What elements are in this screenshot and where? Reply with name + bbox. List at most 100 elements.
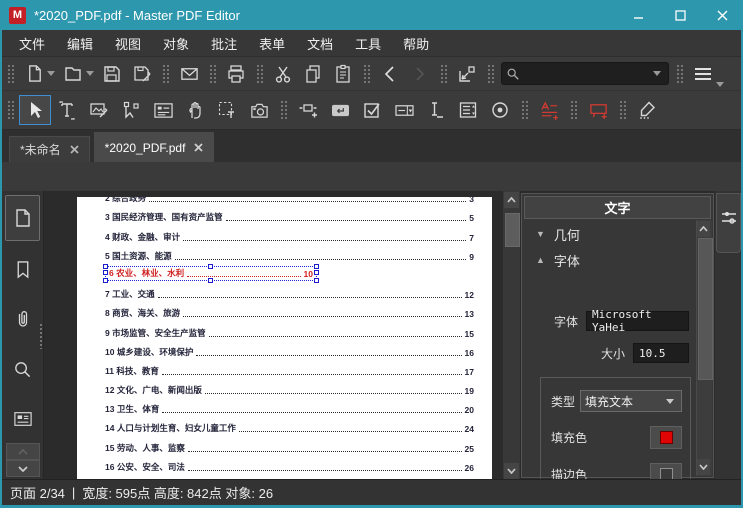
- pdf-page[interactable]: 2 综合政务 3 3 国民经济管理、国有资产监管 5 4 财政、金融、审计 7 5 国土资源…: [77, 197, 492, 480]
- push-button-tool[interactable]: [324, 95, 356, 125]
- save-as-button[interactable]: [127, 61, 157, 87]
- page-thumbnails-button[interactable]: [5, 195, 40, 241]
- search-panel-button[interactable]: [6, 347, 39, 391]
- selected-text-object[interactable]: 6 农业、林业、水利 10: [103, 263, 319, 283]
- scroll-down-button[interactable]: [504, 463, 519, 479]
- navigate-forward-button[interactable]: [405, 61, 435, 87]
- main-menu-button[interactable]: [688, 61, 718, 87]
- toolbar-overflow-icon[interactable]: [716, 82, 724, 87]
- new-document-button[interactable]: [19, 61, 49, 87]
- toc-row[interactable]: 13 卫生、体育 20: [105, 399, 474, 418]
- selection-handle[interactable]: [314, 270, 319, 276]
- add-link-button[interactable]: [292, 95, 324, 125]
- open-file-dropdown-icon[interactable]: [86, 71, 94, 76]
- minimize-button[interactable]: [617, 0, 659, 30]
- open-file-button[interactable]: [58, 61, 88, 87]
- scroll-up-button[interactable]: [504, 192, 519, 208]
- selection-handle[interactable]: [314, 277, 319, 283]
- attachments-button[interactable]: [6, 297, 39, 341]
- tab-close-icon[interactable]: [70, 145, 79, 154]
- scroll-down-button[interactable]: [697, 459, 710, 475]
- print-button[interactable]: [221, 61, 251, 87]
- edit-image-tool-button[interactable]: [83, 95, 115, 125]
- toc-row[interactable]: 7 工业、交通 12: [105, 284, 474, 303]
- list-box-tool[interactable]: [452, 95, 484, 125]
- toc-row[interactable]: 15 劳动、人事、监察 25: [105, 437, 474, 456]
- menu-item[interactable]: 表单: [248, 34, 296, 53]
- toc-row[interactable]: 11 科技、教育 17: [105, 361, 474, 380]
- font-name-input[interactable]: Microsoft YaHei: [586, 308, 689, 334]
- add-callout-button[interactable]: [582, 95, 614, 125]
- toolbar-grip[interactable]: [7, 63, 14, 84]
- menu-item[interactable]: 批注: [200, 34, 248, 53]
- bookmarks-button[interactable]: [6, 247, 39, 291]
- toc-row[interactable]: 6 农业、林业、水利 10: [103, 263, 474, 284]
- form-fields-panel-button[interactable]: [6, 397, 39, 441]
- cut-button[interactable]: [268, 61, 298, 87]
- toolbar-grip[interactable]: [162, 63, 169, 84]
- selection-handle[interactable]: [208, 263, 213, 269]
- menu-item[interactable]: 编辑: [56, 34, 104, 53]
- edit-text-tool-button[interactable]: [51, 95, 83, 125]
- font-size-input[interactable]: 10.5: [633, 343, 689, 363]
- snapshot-tool-button[interactable]: [243, 95, 275, 125]
- panel-scrollbar[interactable]: [696, 220, 713, 476]
- toolbar-grip[interactable]: [280, 100, 287, 120]
- toolbar-grip[interactable]: [7, 100, 14, 120]
- selection-handle[interactable]: [103, 277, 108, 283]
- toc-row[interactable]: 3 国民经济管理、国有资产监管 5: [105, 207, 474, 226]
- tab-2020-pdf[interactable]: *2020_PDF.pdf: [93, 132, 215, 162]
- search-dropdown-icon[interactable]: [653, 71, 661, 76]
- scroll-up-button[interactable]: [697, 221, 710, 237]
- combo-box-tool[interactable]: [388, 95, 420, 125]
- highlighter-button[interactable]: [631, 95, 663, 125]
- toc-row[interactable]: 12 文化、广电、新闻出版 19: [105, 380, 474, 399]
- toc-row[interactable]: 14 人口与计划生育、妇女儿童工作 24: [105, 418, 474, 437]
- toc-row[interactable]: 10 城乡建设、环境保护 16: [105, 342, 474, 361]
- toolbar-grip[interactable]: [676, 63, 683, 84]
- send-email-button[interactable]: [174, 61, 204, 87]
- toolbar-grip[interactable]: [440, 63, 447, 84]
- section-geometry[interactable]: ▼ 几何: [522, 223, 713, 245]
- tab-untitled[interactable]: *未命名: [9, 136, 90, 162]
- toc-row[interactable]: 16 公安、安全、司法 26: [105, 457, 474, 476]
- toc-row[interactable]: 5 国土资源、能源 9: [105, 246, 474, 265]
- menu-item[interactable]: 视图: [104, 34, 152, 53]
- toolbar-grip[interactable]: [570, 100, 577, 120]
- toc-row[interactable]: 4 财政、金融、审计 7: [105, 226, 474, 245]
- selection-handle[interactable]: [103, 270, 108, 276]
- fill-color-button[interactable]: [650, 426, 682, 449]
- toolbar-grip[interactable]: [209, 63, 216, 84]
- document-area[interactable]: 2 综合政务 3 3 国民经济管理、国有资产监管 5 4 财政、金融、审计 7 5 国土资源…: [44, 191, 502, 480]
- new-document-dropdown-icon[interactable]: [47, 71, 55, 76]
- type-select[interactable]: 填充文本: [580, 390, 682, 412]
- save-button[interactable]: [97, 61, 127, 87]
- toc-row[interactable]: 9 市场监管、安全生产监管 15: [105, 322, 474, 341]
- fit-selection-button[interactable]: [452, 61, 482, 87]
- scrollbar-thumb[interactable]: [505, 213, 520, 247]
- properties-dock-tab[interactable]: [716, 193, 741, 253]
- tab-close-icon[interactable]: [194, 143, 204, 152]
- selection-handle[interactable]: [103, 263, 108, 269]
- menu-item[interactable]: 文档: [296, 34, 344, 53]
- sidebar-scroll-up-button[interactable]: [6, 443, 40, 460]
- selection-handle[interactable]: [208, 277, 213, 283]
- close-button[interactable]: [701, 0, 743, 30]
- section-font[interactable]: ▲ 字体: [522, 249, 713, 271]
- text-field-tool[interactable]: [420, 95, 452, 125]
- toolbar-grip[interactable]: [619, 100, 626, 120]
- select-text-tool-button[interactable]: [211, 95, 243, 125]
- toolbar-grip[interactable]: [521, 100, 528, 120]
- menu-item[interactable]: 帮助: [392, 34, 440, 53]
- toolbar-grip[interactable]: [487, 63, 494, 84]
- select-tool-button[interactable]: [19, 95, 51, 125]
- toc-row[interactable]: 2 综合政务 3: [105, 197, 474, 207]
- edit-path-tool-button[interactable]: [115, 95, 147, 125]
- scrollbar-thumb[interactable]: [698, 238, 713, 380]
- radio-button-tool[interactable]: [484, 95, 516, 125]
- paste-button[interactable]: [328, 61, 358, 87]
- search-box[interactable]: [501, 62, 669, 85]
- selection-handle[interactable]: [314, 263, 319, 269]
- add-text-annotation-button[interactable]: [533, 95, 565, 125]
- menu-item[interactable]: 对象: [152, 34, 200, 53]
